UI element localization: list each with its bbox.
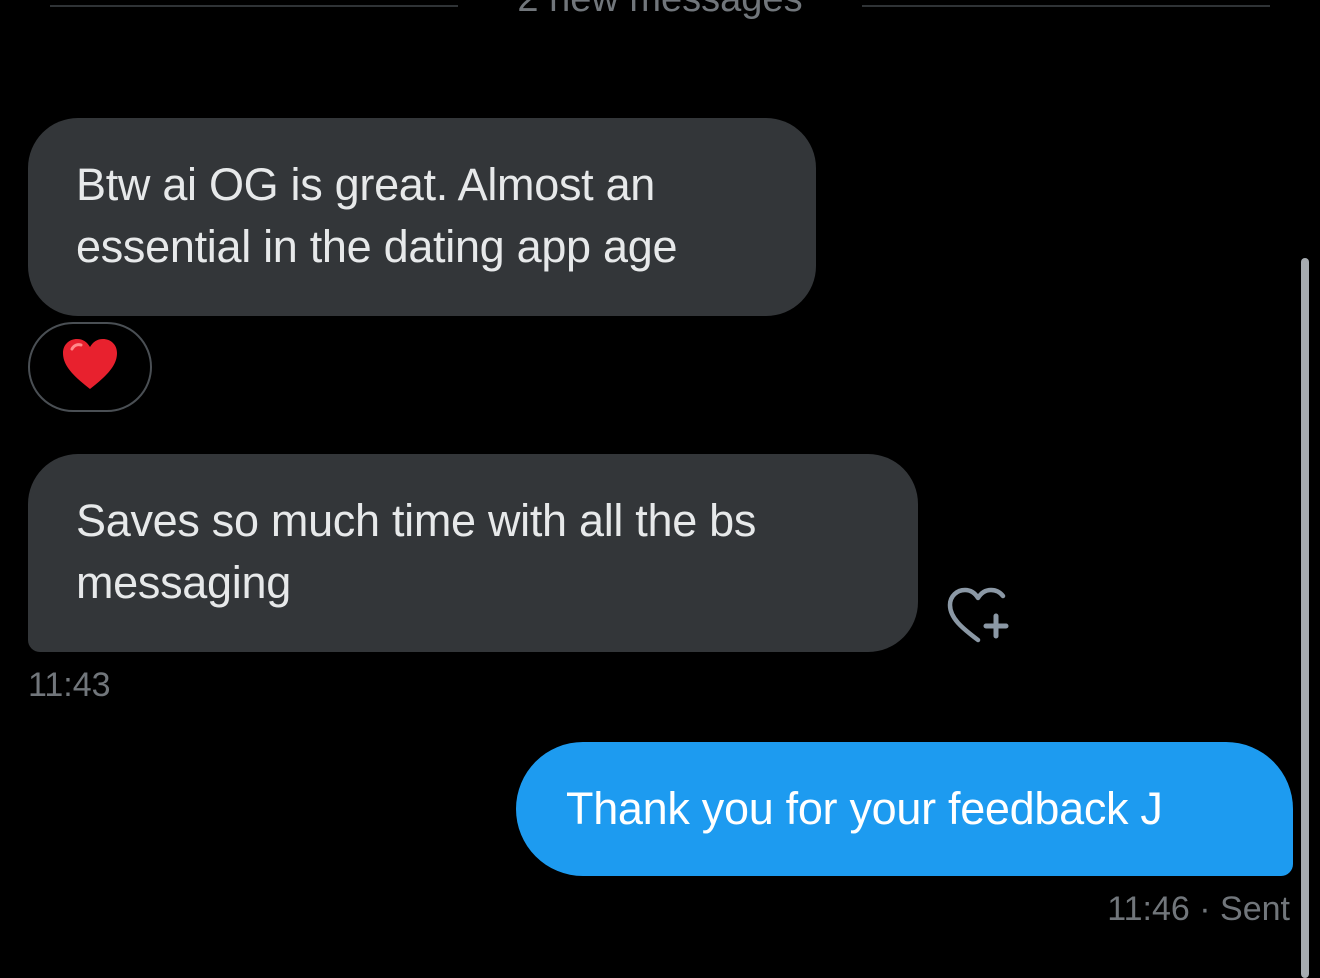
message-text: Thank you for your feedback J	[566, 783, 1163, 834]
new-messages-label: 2 new messages	[468, 0, 852, 21]
message-text: Btw ai OG is great. Almost an essential …	[76, 159, 678, 272]
divider-line-right	[862, 5, 1270, 7]
message-bubble-received[interactable]: Btw ai OG is great. Almost an essential …	[28, 118, 816, 316]
message-timestamp: 11:43	[28, 666, 111, 704]
heart-plus-icon	[942, 587, 1014, 652]
message-timestamp: 11:46	[1107, 890, 1190, 928]
scrollbar[interactable]	[1301, 258, 1309, 978]
heart-emoji-icon	[60, 337, 120, 398]
sent-status: 11:46 · Sent	[1107, 890, 1290, 928]
message-bubble-received[interactable]: Saves so much time with all the bs messa…	[28, 454, 918, 652]
delivery-status: Sent	[1220, 890, 1290, 928]
add-reaction-button[interactable]	[942, 584, 1014, 648]
reaction-badge[interactable]	[28, 322, 152, 412]
divider-line-left	[50, 5, 458, 7]
message-bubble-sent[interactable]: Thank you for your feedback J	[516, 742, 1293, 876]
message-text: Saves so much time with all the bs messa…	[76, 495, 757, 608]
